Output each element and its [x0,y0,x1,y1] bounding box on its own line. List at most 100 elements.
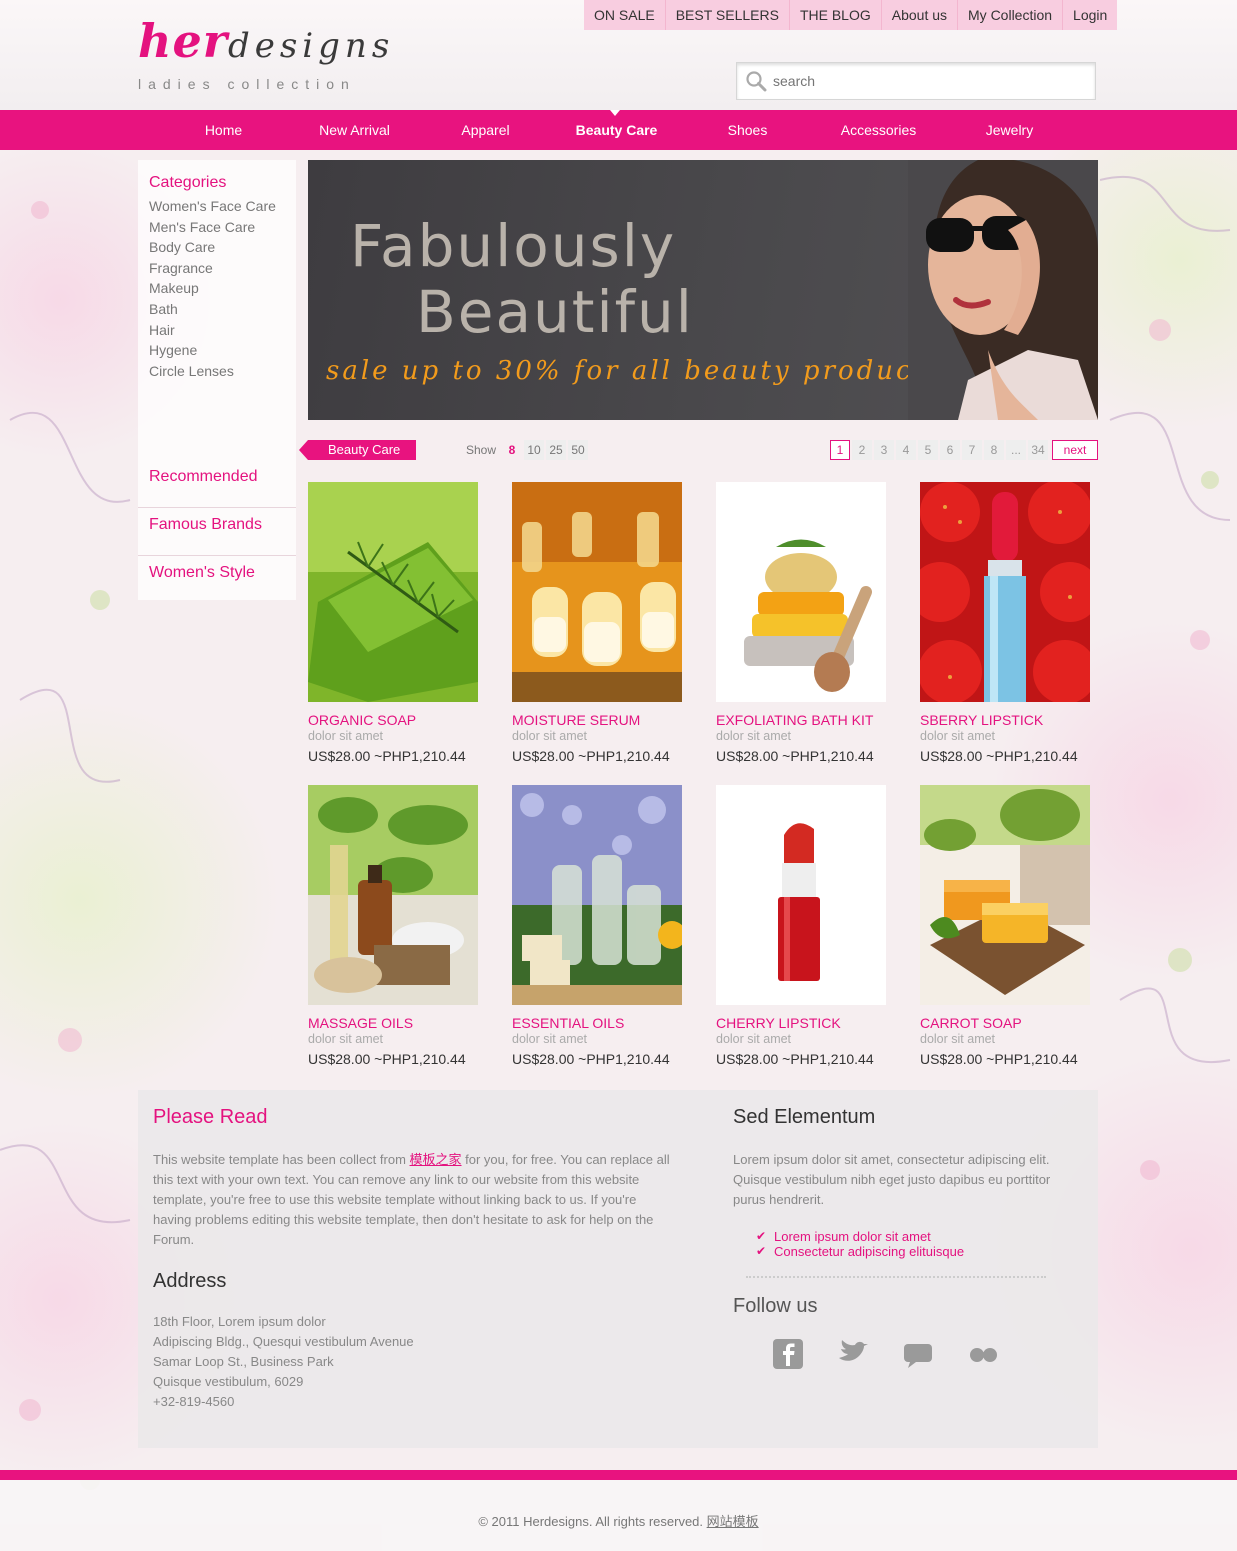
social-icons [772,1338,1032,1370]
search-icon[interactable] [745,70,767,92]
product-card[interactable]: MOISTURE SERUM dolor sit amet US$28.00 ~… [512,482,694,764]
page-8[interactable]: 8 [984,440,1004,460]
please-read-link[interactable]: 模板之家 [410,1152,462,1167]
product-image-moisture-serum[interactable] [512,482,682,702]
category-makeup[interactable]: Makeup [149,278,285,299]
top-links: ON SALE BEST SELLERS THE BLOG About us M… [584,0,1118,30]
search-box [736,62,1096,100]
list-item[interactable]: ✔ Lorem ipsum dolor sit amet [756,1229,964,1244]
nav-shoes[interactable]: Shoes [682,110,813,150]
sidebar-link-recommended[interactable]: Recommended [138,460,296,508]
category-circle-lenses[interactable]: Circle Lenses [149,361,285,382]
page-4[interactable]: 4 [896,440,916,460]
product-image-massage-oils[interactable] [308,785,478,1005]
page-3[interactable]: 3 [874,440,894,460]
nav-home[interactable]: Home [158,110,289,150]
list-item[interactable]: ✔ Consectetur adipiscing elituisque [756,1244,964,1259]
page-7[interactable]: 7 [962,440,982,460]
please-read-title: Please Read [153,1106,268,1128]
product-image-carrot-soap[interactable] [920,785,1090,1005]
product-image-essential-oils[interactable] [512,785,682,1005]
check-icon: ✔ [756,1244,767,1258]
product-subtitle: dolor sit amet [920,729,996,743]
per-page-options: 8 10 25 50 [502,440,590,460]
product-card[interactable]: CHERRY LIPSTICK dolor sit amet US$28.00 … [716,785,898,1067]
product-card[interactable]: MASSAGE OILS dolor sit amet US$28.00 ~PH… [308,785,490,1067]
category-fragrance[interactable]: Fragrance [149,258,285,279]
nav-jewelry[interactable]: Jewelry [944,110,1075,150]
product-name[interactable]: SBERRY LIPSTICK [920,712,1102,728]
nav-new-arrival[interactable]: New Arrival [289,110,420,150]
category-body-care[interactable]: Body Care [149,237,285,258]
product-name[interactable]: CARROT SOAP [920,1015,1102,1031]
product-image-exfoliating-bath-kit[interactable] [716,482,886,702]
nav-apparel[interactable]: Apparel [420,110,551,150]
listing-toolbar: Beauty Care Show 8 10 25 50 1 2 3 4 5 6 … [299,440,1098,462]
footer-link[interactable]: 网站模板 [707,1514,759,1529]
product-subtitle: dolor sit amet [920,1032,996,1046]
sidebar-link-famous-brands[interactable]: Famous Brands [138,508,296,556]
product-card[interactable]: ESSENTIAL OILS dolor sit amet US$28.00 ~… [512,785,694,1067]
sidebar-link-womens-style[interactable]: Women's Style [138,556,296,604]
page-6[interactable]: 6 [940,440,960,460]
product-image-cherry-lipstick[interactable] [716,785,886,1005]
page-34[interactable]: 34 [1028,440,1048,460]
facebook-icon[interactable] [772,1338,804,1370]
product-image-sberry-lipstick[interactable] [920,482,1090,702]
product-price: US$28.00 ~PHP1,210.44 [920,748,1078,764]
next-page-button[interactable]: next [1052,440,1098,460]
page-5[interactable]: 5 [918,440,938,460]
product-card[interactable]: ORGANIC SOAP dolor sit amet US$28.00 ~PH… [308,482,490,764]
per-page-25[interactable]: 25 [546,440,566,460]
please-read-text-a: This website template has been collect f… [153,1152,410,1167]
per-page-50[interactable]: 50 [568,440,588,460]
top-link-the-blog[interactable]: THE BLOG [788,0,881,30]
search-input[interactable] [773,69,1083,93]
category-mens-face-care[interactable]: Men's Face Care [149,217,285,238]
category-womens-face-care[interactable]: Women's Face Care [149,196,285,217]
dotted-divider [746,1276,1046,1278]
footer-copyright: © 2011 Herdesigns. All rights reserved. … [0,1511,1237,1530]
nav-beauty-care[interactable]: Beauty Care [551,110,682,150]
top-link-best-sellers[interactable]: BEST SELLERS [664,0,789,30]
chat-icon[interactable] [902,1338,934,1370]
product-name[interactable]: MASSAGE OILS [308,1015,490,1031]
product-name[interactable]: ORGANIC SOAP [308,712,490,728]
twitter-icon[interactable] [837,1338,869,1370]
address-line: Quisque vestibulum, 6029 [153,1374,304,1389]
top-link-my-collection[interactable]: My Collection [957,0,1062,30]
product-card[interactable]: CARROT SOAP dolor sit amet US$28.00 ~PHP… [920,785,1102,1067]
check-icon: ✔ [756,1229,767,1243]
per-page-8[interactable]: 8 [502,440,522,460]
product-name[interactable]: MOISTURE SERUM [512,712,694,728]
product-name[interactable]: ESSENTIAL OILS [512,1015,694,1031]
top-link-on-sale[interactable]: ON SALE [584,0,665,30]
sidebar-links: Recommended Famous Brands Women's Style [138,460,296,604]
info-section: Please Read This website template has be… [138,1090,1098,1448]
product-card[interactable]: EXFOLIATING BATH KIT dolor sit amet US$2… [716,482,898,764]
product-name[interactable]: CHERRY LIPSTICK [716,1015,898,1031]
logo-her: her [138,14,228,68]
sed-elementum-text: Lorem ipsum dolor sit amet, consectetur … [733,1152,1051,1207]
categories-heading: Categories [149,174,227,191]
category-hair[interactable]: Hair [149,320,285,341]
logo[interactable]: herdesigns ladies collection [138,14,398,98]
page-ellipsis: ... [1006,440,1026,460]
promo-banner[interactable]: Fabulously Beautiful sale up to 30% for … [308,160,1098,420]
flickr-icon[interactable] [967,1338,999,1370]
category-bath[interactable]: Bath [149,299,285,320]
category-hygene[interactable]: Hygene [149,340,285,361]
page-1[interactable]: 1 [830,440,850,460]
sed-elementum-title: Sed Elementum [733,1106,876,1128]
top-link-login[interactable]: Login [1062,0,1117,30]
product-image-organic-soap[interactable] [308,482,478,702]
product-name[interactable]: EXFOLIATING BATH KIT [716,712,898,728]
product-card[interactable]: SBERRY LIPSTICK dolor sit amet US$28.00 … [920,482,1102,764]
nav-accessories[interactable]: Accessories [813,110,944,150]
product-price: US$28.00 ~PHP1,210.44 [716,748,874,764]
page-2[interactable]: 2 [852,440,872,460]
sed-elementum-list: ✔ Lorem ipsum dolor sit amet ✔ Consectetur… [756,1229,964,1259]
top-link-about-us[interactable]: About us [880,0,957,30]
per-page-10[interactable]: 10 [524,440,544,460]
product-subtitle: dolor sit amet [308,1032,384,1046]
